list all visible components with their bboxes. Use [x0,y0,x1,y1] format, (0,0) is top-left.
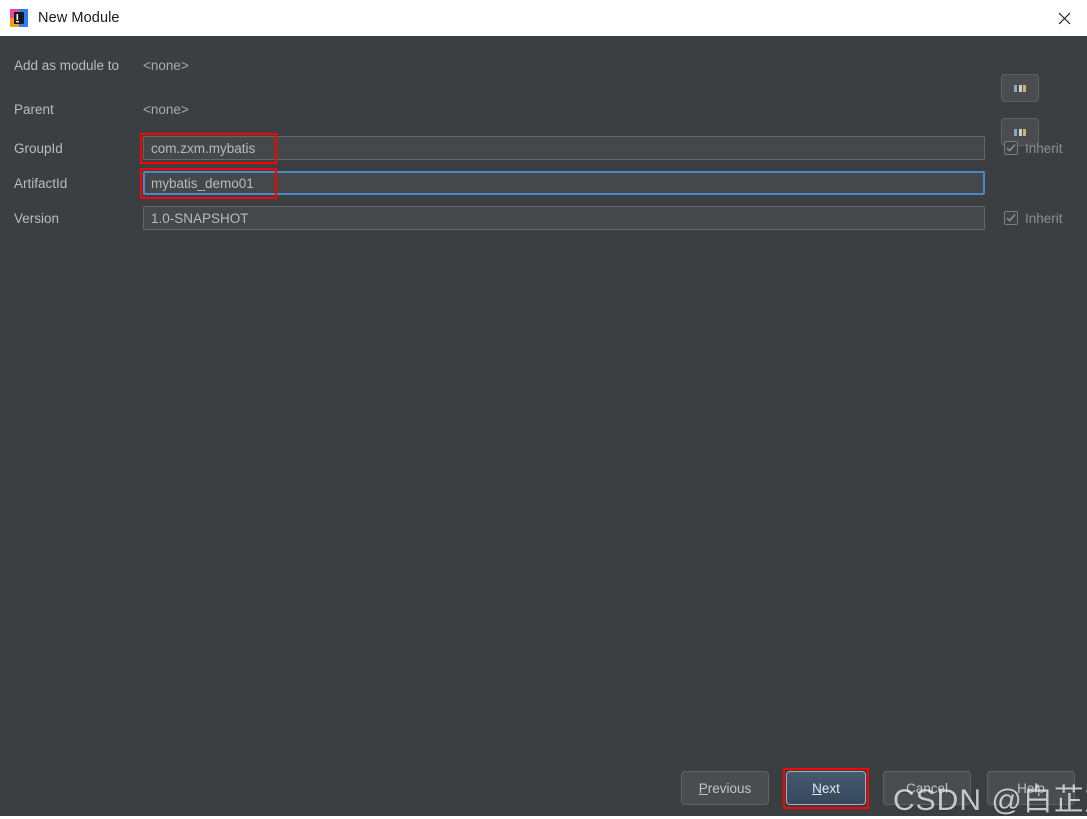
previous-mnemonic: P [698,780,708,796]
inherit-version-label: Inherit [1025,210,1063,226]
previous-button-label: Previous [699,781,752,796]
form-row-add-as-module-to: Add as module to <none> [0,52,1087,78]
previous-rest: revious [707,780,752,796]
window-title: New Module [38,10,120,26]
artifactid-input[interactable] [143,171,985,195]
inherit-groupid-label: Inherit [1025,140,1063,156]
title-bar: New Module [0,0,1087,37]
new-module-dialog: New Module Add as module to <none> Paren… [0,0,1087,817]
previous-button[interactable]: Previous [681,771,769,805]
label-artifactid: ArtifactId [14,175,68,191]
label-add-as-module-to: Add as module to [14,57,120,73]
groupid-input[interactable] [143,136,985,160]
checkbox-checked-icon[interactable] [1004,211,1018,225]
label-groupid: GroupId [14,140,63,156]
help-button[interactable]: Help [987,771,1075,805]
label-version: Version [14,210,60,226]
intellij-idea-icon [10,9,28,27]
dialog-body: Add as module to <none> Parent <none> Gr… [0,36,1087,816]
label-parent: Parent [14,101,54,117]
next-mnemonic: N [812,780,822,796]
inherit-groupid-wrapper[interactable]: Inherit [1004,141,1063,156]
ellipsis-icon [1014,84,1026,92]
next-button-label: Next [812,781,840,796]
close-icon[interactable] [1041,1,1087,36]
value-parent: <none> [143,101,189,117]
version-input[interactable] [143,206,985,230]
form-row-groupid: GroupId Inherit [0,135,1087,161]
help-button-label: Help [1017,780,1045,796]
cancel-button[interactable]: Cancel [883,771,971,805]
cancel-button-label: Cancel [905,780,949,796]
value-add-as-module-to: <none> [143,57,189,73]
form-row-parent: Parent <none> [0,96,1087,122]
form-row-artifactid: ArtifactId [0,170,1087,196]
checkbox-checked-icon[interactable] [1004,141,1018,155]
next-button[interactable]: Next [786,771,866,805]
form-row-version: Version Inherit [0,205,1087,231]
next-rest: ext [821,780,840,796]
inherit-version-wrapper[interactable]: Inherit [1004,211,1063,226]
